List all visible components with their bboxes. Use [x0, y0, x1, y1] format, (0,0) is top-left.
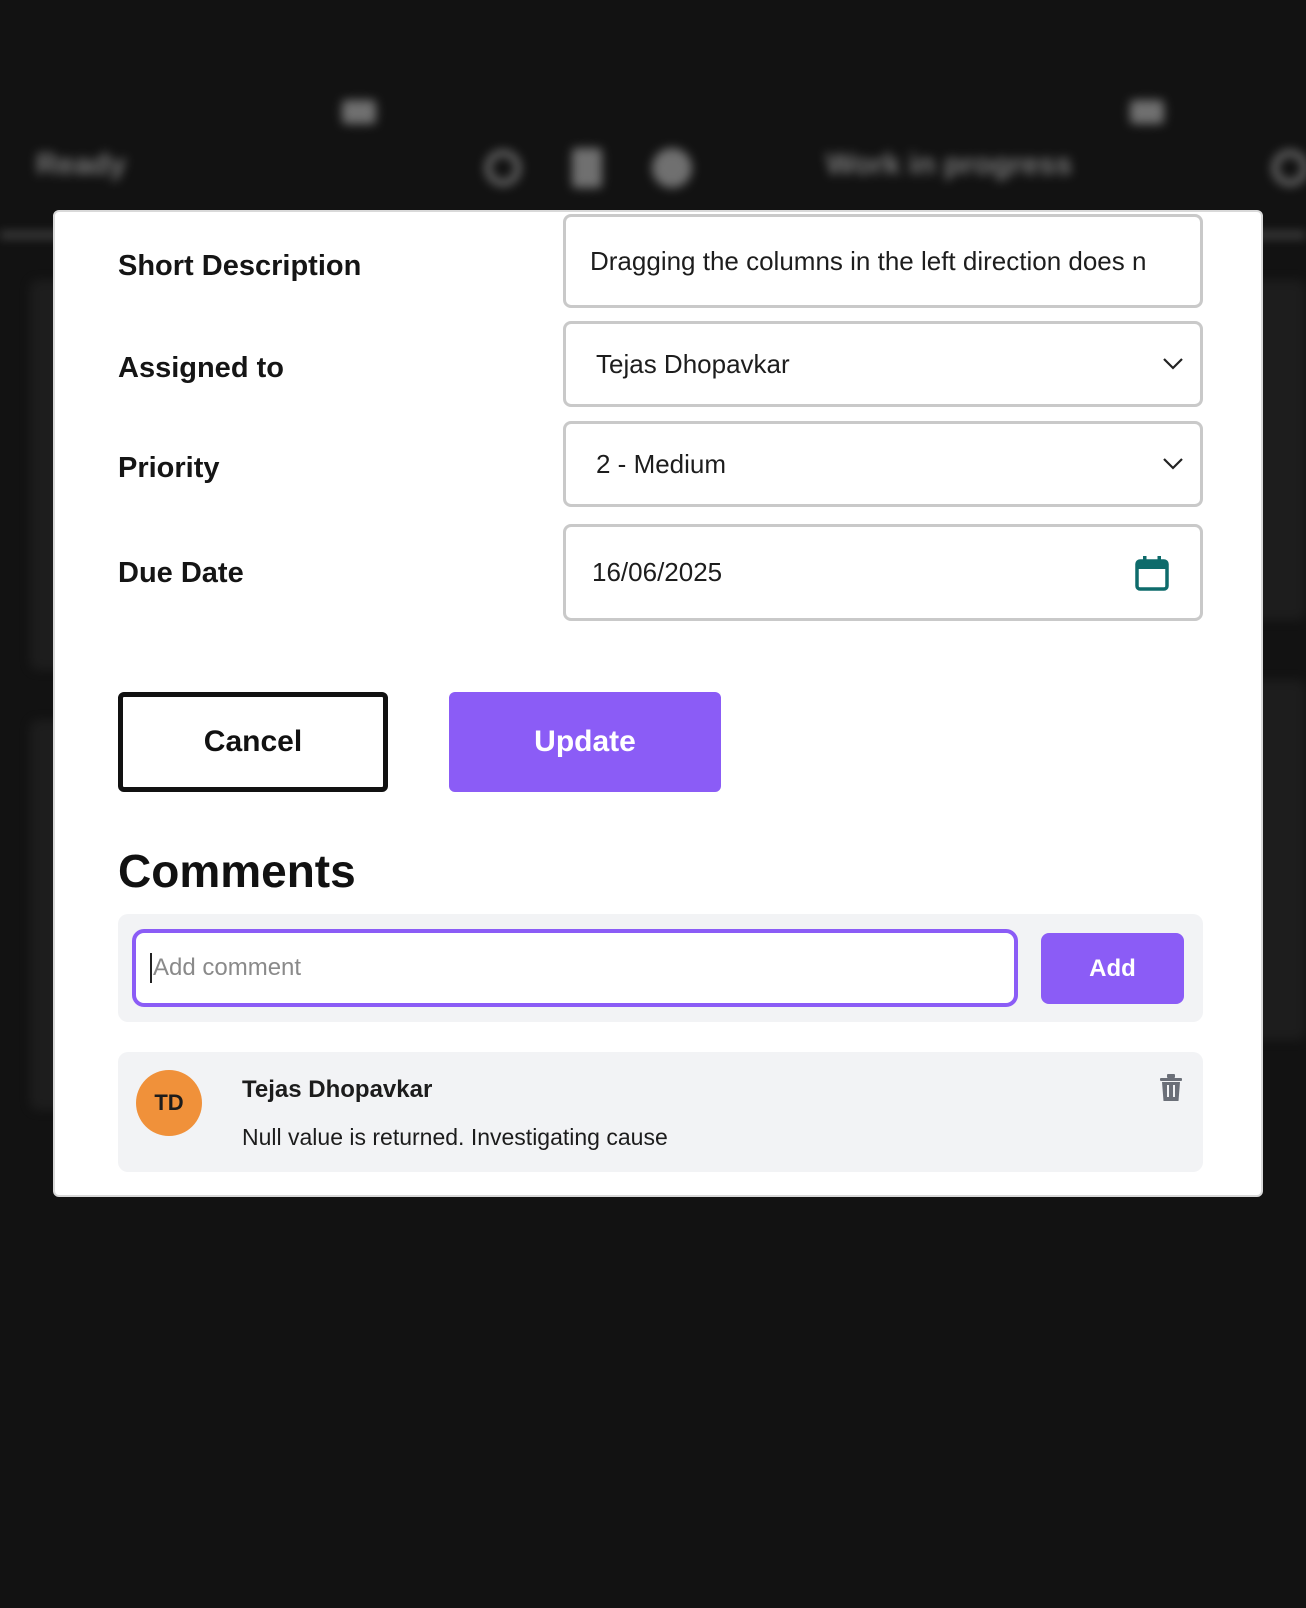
comment-composer: Add comment Add	[118, 914, 1203, 1022]
calendar-icon[interactable]	[1134, 554, 1170, 592]
due-date-input[interactable]: 16/06/2025	[563, 524, 1203, 621]
assigned-to-select[interactable]: Tejas Dhopavkar	[563, 321, 1203, 407]
column-title-ready: Ready	[36, 148, 127, 181]
short-description-value: Dragging the columns in the left directi…	[590, 245, 1147, 276]
priority-select[interactable]: 2 - Medium	[563, 421, 1203, 507]
drag-handle-icon	[342, 100, 376, 124]
refresh-icon	[485, 150, 521, 186]
comment-author: Tejas Dhopavkar	[242, 1076, 433, 1103]
comment-item: TD Tejas Dhopavkar Null value is returne…	[118, 1052, 1203, 1172]
text-caret	[150, 953, 152, 983]
priority-value: 2 - Medium	[596, 448, 727, 479]
avatar: TD	[136, 1070, 202, 1136]
column-title-wip: Work in progress	[826, 148, 1073, 181]
short-description-input[interactable]: Dragging the columns in the left directi…	[563, 214, 1203, 308]
priority-label: Priority	[118, 452, 220, 484]
due-date-label: Due Date	[118, 557, 244, 589]
chevron-down-icon	[1163, 358, 1183, 370]
chevron-down-icon	[1163, 458, 1183, 470]
update-button[interactable]: Update	[449, 692, 721, 792]
comment-input[interactable]: Add comment	[132, 929, 1018, 1007]
comment-input-placeholder: Add comment	[153, 954, 302, 981]
delete-comment-icon[interactable]	[1159, 1074, 1183, 1102]
refresh-icon	[1272, 150, 1306, 186]
info-icon	[652, 148, 692, 188]
cancel-button[interactable]: Cancel	[118, 692, 388, 792]
short-description-label: Short Description	[118, 250, 362, 282]
add-comment-button[interactable]: Add	[1041, 933, 1184, 1004]
edit-task-modal: Short Description Dragging the columns i…	[53, 210, 1263, 1197]
comments-heading: Comments	[118, 845, 356, 897]
comment-text: Null value is returned. Investigating ca…	[242, 1124, 668, 1150]
assigned-to-value: Tejas Dhopavkar	[596, 348, 790, 379]
assigned-to-label: Assigned to	[118, 352, 284, 384]
drag-handle-icon	[1130, 100, 1164, 124]
trash-icon	[572, 148, 602, 188]
due-date-value: 16/06/2025	[592, 557, 723, 587]
